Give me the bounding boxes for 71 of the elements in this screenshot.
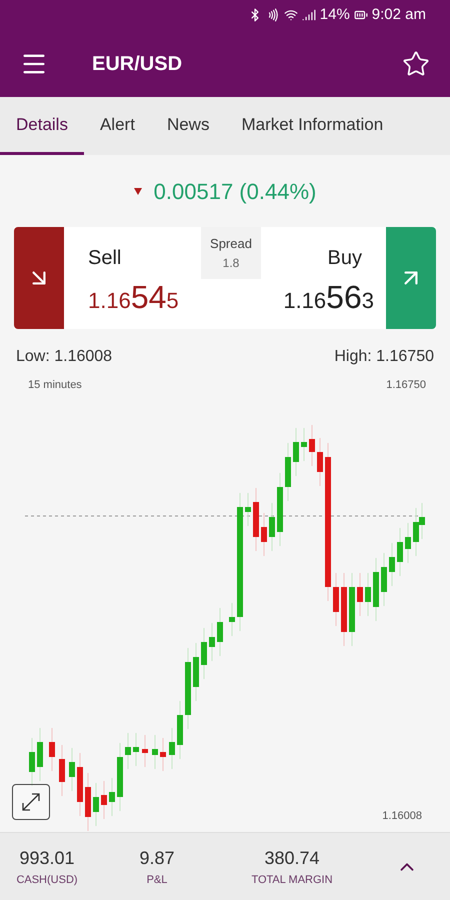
candle (229, 602, 235, 636)
candle (333, 572, 339, 626)
candle (381, 552, 387, 606)
candle (405, 522, 411, 564)
candle (209, 622, 215, 662)
candle (365, 572, 371, 616)
chart-high-label: 1.16750 (386, 378, 426, 393)
candle (59, 744, 65, 796)
candle (357, 572, 363, 616)
candle (29, 738, 35, 786)
candle (69, 748, 75, 792)
account-label: P&L (146, 872, 168, 888)
candle (125, 732, 131, 770)
candle (397, 528, 403, 576)
candle (389, 542, 395, 586)
battery-percent: 14% (320, 4, 350, 25)
account-value: 9.87 (139, 846, 175, 870)
spread-label: Spread (210, 235, 252, 254)
wifi-icon (284, 8, 298, 22)
expand-button[interactable] (12, 784, 50, 820)
sell-price: 1.16545 (88, 281, 180, 313)
battery-icon (354, 8, 368, 22)
candle (117, 742, 123, 812)
candle (177, 700, 183, 760)
buy-price: 1.16563 (283, 281, 374, 313)
chart-interval: 15 minutes (28, 378, 82, 393)
star-icon[interactable] (402, 50, 430, 78)
candle (77, 752, 83, 816)
candle (109, 778, 115, 816)
chart-low-label: 1.16008 (382, 808, 422, 824)
price-change: 0.00517 (0.44%) (154, 178, 316, 206)
candle (133, 732, 139, 766)
expand-icon (20, 791, 42, 813)
low-price: Low: 1.16008 (16, 347, 112, 367)
candle (193, 642, 199, 702)
account-value: 380.74 (264, 846, 320, 870)
candle (142, 734, 148, 768)
app-title: EUR/USD (92, 52, 182, 76)
tab[interactable]: Market Information (225, 97, 400, 155)
signal-icon (302, 8, 316, 22)
candle (101, 780, 107, 820)
candle (309, 424, 315, 466)
candle (285, 442, 291, 502)
candle (317, 438, 323, 486)
candle (85, 772, 91, 832)
candle (201, 628, 207, 680)
candle (269, 502, 275, 552)
candle (169, 728, 175, 770)
account-value: 993.01 (19, 846, 75, 870)
account-label: TOTAL MARGIN (251, 872, 333, 888)
clock: 9:02 am (372, 4, 426, 25)
candle (37, 728, 43, 782)
spread-value: 1.8 (222, 254, 240, 272)
candle (293, 428, 299, 476)
candle (217, 608, 223, 656)
high-price: High: 1.16750 (334, 347, 434, 367)
sell-label: Sell (88, 246, 122, 271)
tab[interactable]: News (150, 97, 226, 155)
candle (152, 734, 158, 770)
candle (93, 782, 99, 826)
candle (49, 728, 55, 772)
candle (160, 738, 166, 772)
candle (373, 558, 379, 622)
candle (301, 428, 307, 462)
candle (261, 512, 267, 556)
tab[interactable]: Details (0, 97, 84, 155)
buy-label: Buy (328, 246, 363, 271)
account-label: CASH(USD) (16, 872, 78, 888)
candle (253, 488, 259, 552)
candle (245, 492, 251, 526)
tab[interactable]: Alert (84, 97, 151, 155)
